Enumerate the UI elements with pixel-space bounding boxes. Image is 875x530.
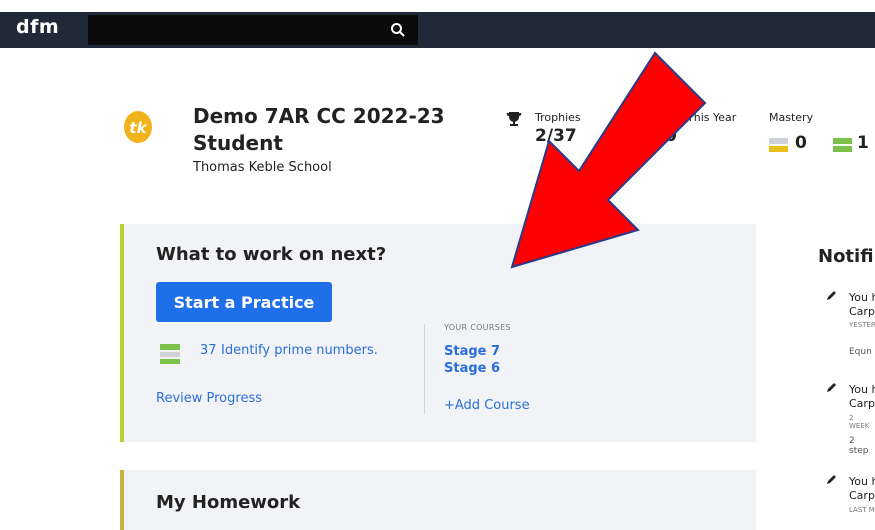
course-link-stage-7[interactable]: Stage 7 bbox=[444, 344, 500, 359]
courses-label: YOUR COURSES bbox=[444, 323, 511, 332]
notification-time: LAST M bbox=[849, 506, 875, 514]
mastery-green-bar-icon bbox=[833, 138, 852, 153]
skill-mastery-icon bbox=[160, 344, 180, 364]
add-course-link[interactable]: +Add Course bbox=[444, 398, 530, 413]
red-arrow-annotation bbox=[510, 51, 707, 269]
mastery-yellow-bar-icon bbox=[769, 138, 788, 153]
skill-count: 37 bbox=[200, 343, 217, 358]
school-name: Thomas Keble School bbox=[193, 160, 332, 175]
dfm-logo[interactable]: dfm bbox=[16, 16, 59, 38]
notification-time: YESTER bbox=[849, 321, 875, 329]
search-icon[interactable] bbox=[390, 22, 406, 38]
notification-line2[interactable]: Carp bbox=[849, 489, 875, 503]
notification-line1[interactable]: You h bbox=[849, 291, 875, 305]
pencil-icon bbox=[827, 475, 836, 484]
svg-text:tk: tk bbox=[129, 119, 147, 137]
notification-line1[interactable]: You h bbox=[849, 475, 875, 489]
notification-time: 2 WEEK bbox=[849, 414, 870, 430]
pencil-icon bbox=[827, 383, 836, 392]
notification-sub: Equn bbox=[849, 347, 872, 357]
course-link-stage-6[interactable]: Stage 6 bbox=[444, 361, 500, 376]
mastery-yellow-value: 0 bbox=[795, 133, 807, 153]
top-nav-bar: dfm bbox=[0, 12, 875, 48]
mastery-label: Mastery bbox=[769, 111, 814, 124]
start-practice-button[interactable]: Start a Practice bbox=[156, 282, 332, 322]
notification-sub: 2 step bbox=[849, 436, 869, 456]
student-name: Demo 7AR CC 2022-23 Student bbox=[193, 104, 445, 155]
notifications-title: Notifi bbox=[818, 246, 874, 267]
work-next-title: What to work on next? bbox=[156, 244, 387, 265]
homework-panel: My Homework bbox=[120, 470, 756, 530]
school-logo: tk bbox=[124, 111, 152, 143]
notification-line1[interactable]: You h bbox=[849, 383, 875, 397]
homework-title: My Homework bbox=[156, 492, 301, 513]
divider bbox=[424, 324, 425, 414]
notification-line2[interactable]: Carp bbox=[849, 397, 875, 411]
review-progress-link[interactable]: Review Progress bbox=[156, 391, 262, 406]
notification-line2[interactable]: Carp bbox=[849, 305, 875, 319]
skill-link[interactable]: Identify prime numbers. bbox=[221, 343, 378, 358]
mastery-green-value: 1 bbox=[857, 133, 869, 153]
search-input[interactable] bbox=[88, 15, 418, 45]
pencil-icon bbox=[827, 291, 836, 300]
